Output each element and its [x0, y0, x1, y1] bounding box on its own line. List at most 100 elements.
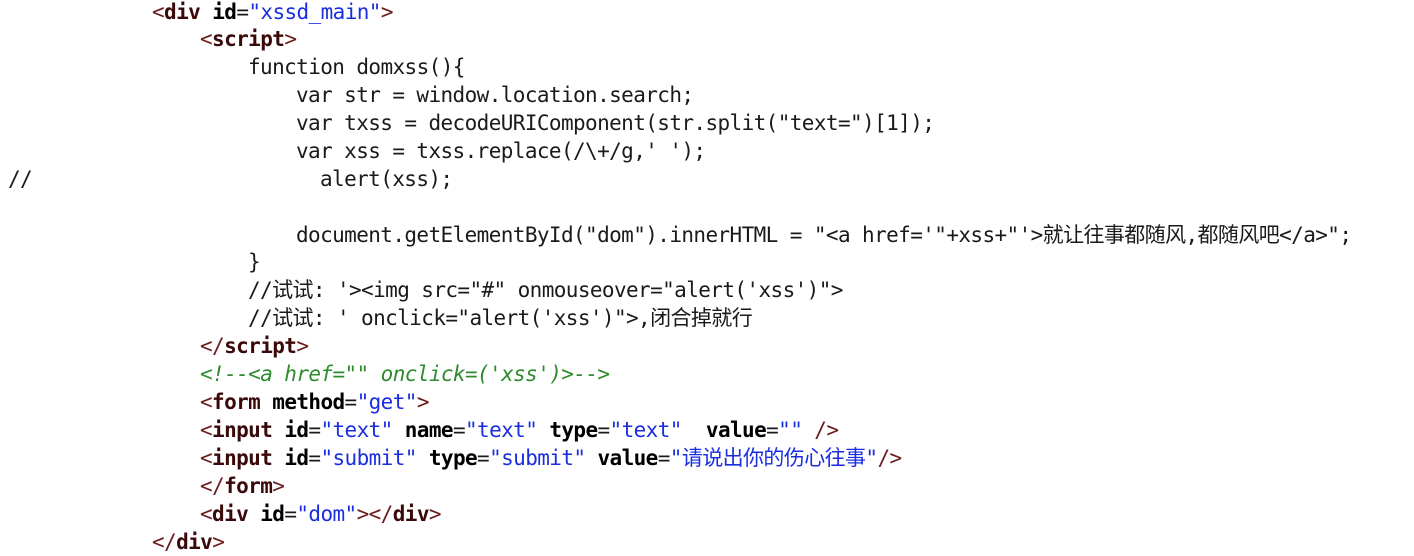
- code-token: <: [200, 446, 213, 470]
- code-token: id: [212, 0, 237, 24]
- code-token: <: [152, 0, 165, 24]
- code-line: //试试: '><img src="#" onmouseover="alert(…: [248, 276, 843, 304]
- code-token: "xssd_main": [248, 0, 381, 24]
- code-line: document.getElementById("dom").innerHTML…: [296, 221, 1352, 249]
- code-token: name: [404, 418, 454, 442]
- code-line: </script>: [200, 332, 309, 360]
- code-token: =: [766, 418, 779, 442]
- code-token: function domxss(){: [248, 55, 465, 79]
- code-line: var txss = decodeURIComponent(str.split(…: [296, 109, 935, 137]
- code-token: "dom": [296, 502, 357, 526]
- code-token: }: [248, 250, 261, 274]
- code-line: </div>: [152, 528, 225, 556]
- code-token: var txss = decodeURIComponent(str.split(…: [296, 111, 935, 135]
- code-token: <: [200, 418, 213, 442]
- code-token: =: [657, 446, 671, 470]
- code-line: <div id="dom"></div>: [200, 500, 442, 528]
- code-token: id: [260, 502, 285, 526]
- code-token: script: [212, 27, 285, 51]
- code-token: =: [477, 446, 490, 470]
- code-token: script: [224, 334, 297, 358]
- code-token: //试试: ' onclick="alert('xss')">,闭合掉就行: [248, 306, 753, 330]
- code-token: </: [152, 530, 177, 554]
- code-token: />: [877, 446, 902, 470]
- code-token: =: [236, 0, 249, 24]
- code-token: var str = window.location.search;: [296, 83, 694, 107]
- code-token: "请说出你的伤心往事": [669, 446, 878, 470]
- code-editor[interactable]: <div id="xssd_main"> <script> function d…: [0, 0, 1414, 556]
- code-token: input: [212, 418, 273, 442]
- code-line: <form method="get">: [200, 388, 429, 416]
- code-token: "submit": [489, 446, 586, 470]
- code-token: >: [416, 390, 430, 414]
- code-line: </form>: [200, 472, 285, 500]
- code-line: <!--<a href="" onclick=('xss')>-->: [200, 360, 610, 388]
- code-token: />: [802, 418, 839, 442]
- code-token: =: [452, 418, 466, 442]
- code-token: "text": [609, 418, 683, 442]
- code-token: >: [212, 530, 225, 554]
- code-token: <: [200, 502, 213, 526]
- code-token: =: [344, 390, 358, 414]
- code-line: <input id="text" name="text" type="text"…: [200, 416, 839, 444]
- code-line: //试试: ' onclick="alert('xss')">,闭合掉就行: [248, 304, 753, 332]
- code-token: form: [224, 474, 273, 498]
- code-token: form: [212, 390, 261, 414]
- code-token: type: [549, 418, 598, 442]
- code-token: <: [200, 27, 213, 51]
- code-token: //试试: '><img src="#" onmouseover="alert(…: [248, 278, 843, 302]
- code-line: //: [8, 165, 33, 193]
- code-token: var xss = txss.replace(/\+/g,' ');: [296, 139, 706, 163]
- code-token: id: [284, 418, 309, 442]
- code-token: >: [272, 474, 285, 498]
- code-token: "text": [465, 418, 538, 442]
- code-line: <input id="submit" type="submit" value="…: [200, 444, 902, 472]
- code-line: }: [248, 248, 261, 276]
- code-token: method: [272, 390, 345, 414]
- code-token: //: [8, 167, 33, 191]
- code-token: =: [308, 418, 321, 442]
- code-token: "": [778, 418, 803, 442]
- code-token: value: [705, 418, 767, 442]
- code-line: var xss = txss.replace(/\+/g,' ');: [296, 137, 706, 165]
- code-token: div: [392, 502, 430, 526]
- code-token: >: [296, 334, 309, 358]
- code-token: =: [284, 502, 297, 526]
- code-token: div: [164, 0, 201, 24]
- code-token: value: [597, 446, 659, 470]
- code-line: <script>: [200, 25, 297, 53]
- code-token: </: [200, 334, 225, 358]
- code-token: document.getElementById("dom").innerHTML…: [296, 223, 1352, 247]
- code-token: id: [284, 446, 309, 470]
- code-token: <: [200, 390, 213, 414]
- code-token: input: [212, 446, 273, 470]
- code-line: <div id="xssd_main">: [152, 0, 394, 26]
- code-token: "get": [356, 390, 418, 414]
- code-token: <!--<a href="" onclick=('xss')>-->: [200, 362, 610, 386]
- code-token: "submit": [320, 446, 417, 470]
- code-token: >: [284, 27, 297, 51]
- code-token: alert(xss);: [320, 167, 453, 191]
- code-line: var str = window.location.search;: [296, 81, 694, 109]
- code-token: </: [200, 474, 225, 498]
- code-token: type: [428, 446, 478, 470]
- code-line: alert(xss);: [320, 165, 453, 193]
- code-token: div: [176, 530, 213, 554]
- code-token: >: [428, 502, 442, 526]
- code-token: =: [308, 446, 321, 470]
- code-line: function domxss(){: [248, 53, 465, 81]
- code-token: =: [597, 418, 611, 442]
- code-token: ></: [356, 502, 394, 526]
- code-token: div: [212, 502, 249, 526]
- code-token: "text": [320, 418, 393, 442]
